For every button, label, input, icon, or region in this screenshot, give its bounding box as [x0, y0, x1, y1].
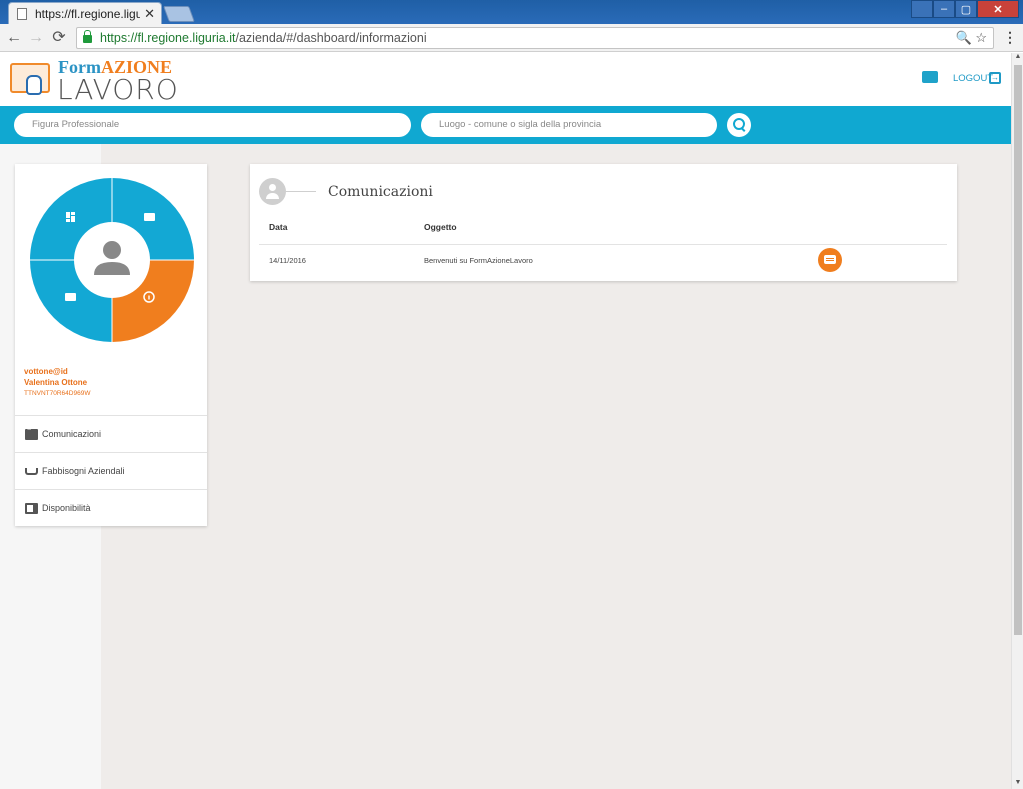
address-bar: ← → ⟳ https://fl.regione.liguria.it/azie… — [0, 24, 1023, 52]
logo-hand-icon — [26, 75, 42, 95]
browser-titlebar: https://fl.regione.liguria. ✕ – ▢ ✕ — [0, 0, 1023, 24]
url-path: /azienda/#/dashboard/informazioni — [235, 31, 427, 45]
user-info: vottone@id Valentina Ottone TTNVNT70R64D… — [24, 366, 90, 399]
lock-icon — [83, 30, 92, 43]
zoom-bookmark-icons[interactable]: 🔍 ☆ — [956, 30, 987, 46]
page-viewport: FormAZIONE LAVORO LOGOUT → Figura Profes… — [0, 53, 1011, 789]
sidebar-item-label: Disponibilità — [42, 503, 91, 513]
search-bar: Figura Professionale Luogo - comune o si… — [0, 106, 1011, 144]
url-host: https://fl.regione.liguria.it — [100, 31, 236, 45]
scroll-down-arrow[interactable]: ▼ — [1012, 779, 1023, 789]
browser-menu-icon[interactable]: ⋮ — [1003, 29, 1017, 46]
sidebar-item-comunicazioni[interactable]: Comunicazioni — [15, 415, 207, 452]
comunicazioni-card: Comunicazioni Data Oggetto 14/11/2016 Be… — [250, 164, 957, 281]
table-divider — [259, 244, 947, 245]
back-button[interactable]: ← — [5, 29, 23, 47]
url-input[interactable]: https://fl.regione.liguria.it/azienda/#/… — [76, 27, 994, 49]
title-connector — [286, 191, 316, 192]
user-profile-icon[interactable] — [911, 0, 933, 18]
wheel-center — [74, 222, 150, 298]
folder-account-icon — [144, 213, 155, 221]
table-cell-oggetto: Benvenuti su FormAzioneLavoro — [424, 256, 533, 265]
sidebar-item-label: Comunicazioni — [42, 429, 102, 439]
info-icon-stem — [148, 295, 150, 300]
sidebar-item-label: Fabbisogni Aziendali — [42, 466, 125, 476]
search-button[interactable] — [727, 113, 751, 137]
maximize-button[interactable]: ▢ — [955, 0, 977, 18]
figura-professionale-input[interactable]: Figura Professionale — [14, 113, 411, 137]
logo-lavoro-text: LAVORO — [57, 73, 179, 106]
briefcase-icon — [65, 293, 76, 301]
basket-icon — [25, 467, 38, 475]
table-cell-data: 14/11/2016 — [269, 256, 306, 265]
sidebar-item-disponibilita[interactable]: Disponibilità — [15, 489, 207, 526]
column-header-data: Data — [269, 222, 288, 232]
user-avatar-icon — [103, 241, 121, 259]
chat-icon — [25, 427, 38, 440]
logout-icon[interactable]: → — [989, 72, 1001, 84]
page-icon — [17, 7, 27, 20]
column-header-oggetto: Oggetto — [424, 222, 457, 232]
forward-button[interactable]: → — [27, 29, 45, 47]
site-header: FormAZIONE LAVORO LOGOUT → — [0, 53, 1011, 106]
profile-card: vottone@id Valentina Ottone TTNVNT70R64D… — [15, 164, 207, 526]
luogo-input[interactable]: Luogo - comune o sigla della provincia — [421, 113, 717, 137]
browser-tab[interactable]: https://fl.regione.liguria. ✕ — [8, 2, 162, 24]
dashboard-wheel — [30, 178, 194, 342]
scroll-up-arrow[interactable]: ▲ — [1012, 53, 1023, 63]
messages-icon[interactable] — [922, 71, 938, 83]
fiscal-code: TTNVNT70R64D969W — [24, 390, 91, 397]
logout-link[interactable]: LOGOUT — [953, 73, 993, 84]
avatar — [259, 178, 286, 205]
scroll-thumb[interactable] — [1014, 65, 1022, 635]
reload-button[interactable]: ⟳ — [50, 29, 68, 47]
book-icon — [25, 502, 38, 514]
user-fullname: Valentina Ottone — [24, 378, 88, 387]
tab-close-icon[interactable]: ✕ — [144, 6, 155, 22]
site-logo[interactable]: FormAZIONE LAVORO — [10, 57, 178, 106]
page-title: Comunicazioni — [328, 184, 433, 200]
page-scrollbar[interactable]: ▲ ▼ — [1011, 53, 1023, 789]
new-tab-button[interactable] — [163, 6, 195, 22]
tab-title: https://fl.regione.liguria. — [35, 6, 141, 21]
close-window-button[interactable]: ✕ — [977, 0, 1019, 18]
minimize-button[interactable]: – — [933, 0, 955, 18]
open-message-button[interactable] — [818, 248, 842, 272]
username: vottone@id — [24, 367, 68, 376]
sidebar-item-fabbisogni[interactable]: Fabbisogni Aziendali — [15, 452, 207, 489]
window-controls: – ▢ ✕ — [911, 0, 1019, 18]
sidebar-menu: Comunicazioni Fabbisogni Aziendali Dispo… — [15, 415, 207, 526]
